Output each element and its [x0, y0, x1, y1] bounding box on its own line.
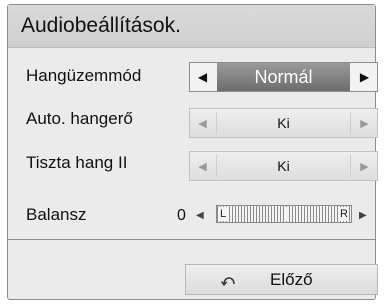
menu-title: Audiobeállítások. [21, 14, 181, 37]
sound-mode-label: Hangüzemmód [26, 66, 142, 85]
left-arrow-icon[interactable]: ◀ [190, 63, 215, 91]
left-arrow-icon[interactable]: ◀ [190, 152, 215, 180]
balance-slider[interactable]: L R [216, 205, 352, 223]
clear-voice-value: Ki [277, 158, 290, 174]
auto-volume-value: Ki [277, 115, 290, 131]
balance-left-label: L [219, 207, 228, 221]
left-arrow-icon[interactable]: ◀ [196, 210, 204, 221]
balance-value: 0 [177, 207, 186, 224]
sound-mode-selector[interactable]: ◀ Normál ▶ [189, 62, 378, 92]
separator [350, 112, 351, 134]
right-arrow-icon[interactable]: ▶ [352, 109, 377, 137]
balance-label: Balansz [26, 205, 87, 224]
audio-settings-menu: Audiobeállítások. Hangüzemmód ◀ Normál ▶… [7, 4, 378, 300]
sound-mode-value: Normál [217, 63, 350, 91]
left-arrow-icon[interactable]: ◀ [190, 109, 215, 137]
right-arrow-icon[interactable]: ▶ [359, 210, 367, 221]
right-arrow-icon[interactable]: ▶ [352, 63, 377, 91]
right-arrow-icon[interactable]: ▶ [352, 152, 377, 180]
auto-volume-selector[interactable]: ◀ Ki ▶ [189, 108, 378, 138]
divider [8, 239, 375, 240]
clear-voice-label: Tiszta hang II [26, 153, 128, 172]
return-icon [220, 272, 237, 291]
auto-volume-label: Auto. hangerő [26, 109, 133, 128]
clear-voice-selector[interactable]: ◀ Ki ▶ [189, 151, 378, 181]
title-bar: Audiobeállítások. [8, 5, 375, 48]
separator [350, 155, 351, 177]
back-button[interactable]: Előző [185, 264, 378, 295]
balance-center-marker [285, 207, 289, 221]
balance-right-label: R [339, 207, 349, 221]
back-button-label: Előző [270, 270, 313, 289]
